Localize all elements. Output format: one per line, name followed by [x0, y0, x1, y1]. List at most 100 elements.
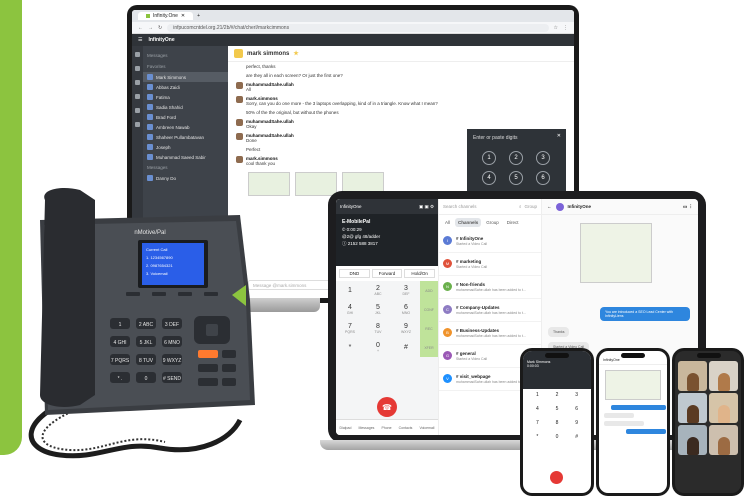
- nav-phone[interactable]: Phone: [381, 426, 391, 430]
- call-side-action[interactable]: XFER: [420, 338, 438, 357]
- function-button[interactable]: [198, 378, 218, 386]
- soft-key[interactable]: [152, 292, 166, 296]
- softphone-tools-icon[interactable]: ▣ ▣ ⚙: [419, 204, 434, 210]
- key-digit: 3: [404, 285, 408, 292]
- keypad-key[interactable]: 5 JKL: [364, 300, 392, 319]
- soft-key[interactable]: [178, 292, 192, 296]
- dnd-button[interactable]: DND: [339, 269, 370, 278]
- nav-messages[interactable]: Messages: [358, 426, 374, 430]
- keypad-key[interactable]: 4 GHI: [336, 300, 364, 319]
- desk-key-label: 0: [145, 376, 148, 382]
- keypad-key[interactable]: 3 DEF: [392, 281, 420, 300]
- function-button[interactable]: [198, 364, 218, 372]
- keypad-key[interactable]: 8 TUV: [364, 319, 392, 338]
- channel-preview: muhammadSahe.ullah has been added to t..…: [456, 311, 526, 315]
- call-side-action[interactable]: CONF: [420, 300, 438, 319]
- mobile-keypad: 1 2 3 4 5 6 7 8 9 * 0 #: [523, 389, 591, 450]
- mobile-key[interactable]: 5: [548, 406, 567, 419]
- image-attachment[interactable]: [295, 172, 337, 196]
- dialer-input[interactable]: Enter or paste digits: [473, 135, 560, 141]
- call-side-action[interactable]: REC: [420, 319, 438, 338]
- channel-name: # Company-Updates: [456, 305, 500, 310]
- forward-button[interactable]: Forward: [371, 269, 403, 278]
- menu-icon[interactable]: ⋮: [563, 25, 568, 31]
- ok-button[interactable]: [206, 324, 218, 336]
- desk-key-label: # SEND: [163, 376, 181, 382]
- channel-item[interactable]: I # InfinityOne Started a Video Call: [439, 230, 541, 253]
- keypad-key[interactable]: #: [392, 338, 420, 357]
- search-icon[interactable]: ⌕: [519, 204, 522, 209]
- hold-button[interactable]: Hold/On: [404, 269, 436, 278]
- soft-key[interactable]: [126, 292, 140, 296]
- message-bubble: You are introduced a SEO Lead Center wit…: [600, 307, 690, 321]
- channel-name: # general: [456, 351, 476, 356]
- channel-item[interactable]: B # Business-Updates muhammadSahe.ullah ha…: [439, 322, 541, 345]
- dialer-key[interactable]: 6: [536, 171, 550, 185]
- mobile-phone-chat: InfinityOne: [596, 348, 670, 496]
- desk-phone-brand: nMotive/Pal: [134, 230, 165, 236]
- function-button[interactable]: [222, 378, 236, 386]
- call-side-action[interactable]: ADD: [420, 281, 438, 300]
- channel-name: # InfinityOne: [456, 236, 484, 241]
- soft-key[interactable]: [204, 292, 218, 296]
- hangup-button[interactable]: [550, 471, 563, 484]
- filter-direct[interactable]: Direct: [504, 218, 522, 227]
- keypad-key[interactable]: 7 PQRS: [336, 319, 364, 338]
- nav-voicemail[interactable]: Voicemail: [419, 426, 434, 430]
- group-button[interactable]: Group: [524, 204, 537, 209]
- channel-item[interactable]: N # Non-friends muhammadSahe.ullah has bee…: [439, 276, 541, 299]
- mobile-key[interactable]: 4: [528, 406, 547, 419]
- filter-group[interactable]: Group: [483, 218, 502, 227]
- mobile-key[interactable]: 0: [548, 434, 567, 447]
- function-button[interactable]: [222, 350, 236, 358]
- dialer-key[interactable]: 2: [509, 151, 523, 165]
- mobile-key[interactable]: 9: [567, 420, 586, 433]
- call-line: © 0:00:29: [342, 227, 362, 232]
- dialer-key[interactable]: 4: [482, 171, 496, 185]
- mobile-key[interactable]: 3: [567, 392, 586, 405]
- mobile-key[interactable]: 6: [567, 406, 586, 419]
- function-button[interactable]: [222, 364, 236, 372]
- key-letters: PQRS: [345, 330, 355, 334]
- video-call-icon[interactable]: ▭ ⋮: [683, 204, 693, 210]
- image-attachment[interactable]: [605, 370, 661, 400]
- mobile-key[interactable]: *: [528, 434, 547, 447]
- filter-channels[interactable]: Channels: [455, 218, 482, 227]
- channel-preview: Started a Video Call: [456, 357, 488, 361]
- dialer-key[interactable]: 1: [482, 151, 496, 165]
- keypad-key[interactable]: 0 +: [364, 338, 392, 357]
- handset[interactable]: [40, 188, 95, 407]
- keypad-key[interactable]: 6 MNO: [392, 300, 420, 319]
- keypad-key[interactable]: 9 WXYZ: [392, 319, 420, 338]
- favorite-star-icon[interactable]: ★: [293, 50, 298, 57]
- mobile-key[interactable]: 1: [528, 392, 547, 405]
- back-icon[interactable]: ←: [547, 204, 552, 209]
- mobile-key[interactable]: 8: [548, 420, 567, 433]
- close-icon[interactable]: ✕: [557, 133, 561, 139]
- desk-key-label: * .: [118, 376, 123, 382]
- avatar: [555, 202, 564, 211]
- image-attachment[interactable]: [580, 223, 652, 283]
- dialer-key[interactable]: 3: [536, 151, 550, 165]
- channel-item[interactable]: C # Company-Updates muhammadSahe.ullah has…: [439, 299, 541, 322]
- chat-message: 50% of the the original, but without the…: [228, 108, 574, 117]
- star-icon[interactable]: ☆: [554, 25, 558, 31]
- lcd-line: 2. 0987654321: [146, 263, 173, 268]
- keypad-key[interactable]: *: [336, 338, 364, 357]
- keypad-key[interactable]: 1: [336, 281, 364, 300]
- hangup-button[interactable]: ☎: [377, 397, 397, 417]
- channel-item[interactable]: M # marketing Started a Video Call: [439, 253, 541, 276]
- search-input[interactable]: Search channels: [443, 204, 516, 209]
- dialer-key[interactable]: 5: [509, 171, 523, 185]
- mobile-key[interactable]: 7: [528, 420, 547, 433]
- mobile-key[interactable]: 2: [548, 392, 567, 405]
- keypad-key[interactable]: 2 ABC: [364, 281, 392, 300]
- message-button[interactable]: [198, 350, 218, 358]
- channel-preview: Started a Video Call: [456, 265, 488, 269]
- mobile-key[interactable]: #: [567, 434, 586, 447]
- filter-all[interactable]: All: [442, 218, 453, 227]
- nav-dialpad[interactable]: Dialpad: [340, 426, 352, 430]
- key-letters: ABC: [374, 292, 382, 296]
- nav-contacts[interactable]: Contacts: [399, 426, 413, 430]
- desk-key-label: 8 TUV: [139, 358, 154, 364]
